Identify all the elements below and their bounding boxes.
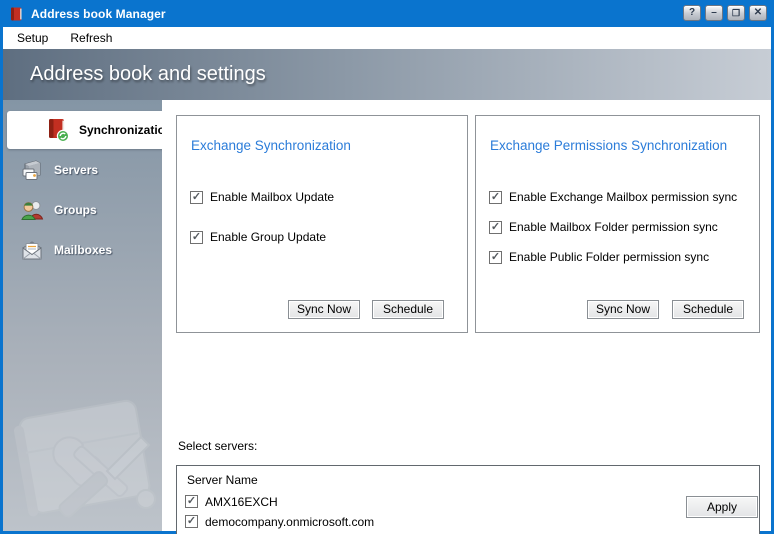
select-servers-label: Select servers: — [178, 439, 257, 453]
checkbox-label: Enable Exchange Mailbox permission sync — [509, 190, 737, 204]
window-controls: ? – ❒ ✕ — [683, 5, 767, 21]
menu-refresh[interactable]: Refresh — [62, 28, 120, 48]
checkbox-checked-icon — [190, 191, 203, 204]
servers-icon — [19, 157, 45, 183]
apply-button[interactable]: Apply — [686, 496, 758, 518]
checkbox-checked-icon — [489, 251, 502, 264]
sidebar-item-groups[interactable]: Groups — [3, 191, 162, 229]
server-name: AMX16EXCH — [205, 495, 278, 509]
sidebar-item-synchronization[interactable]: Synchronization — [7, 111, 162, 149]
checkbox-checked-icon — [489, 221, 502, 234]
page-title: Address book and settings — [30, 63, 266, 86]
help-button[interactable]: ? — [683, 5, 701, 21]
sync-now-button[interactable]: Sync Now — [288, 300, 360, 319]
menubar: Setup Refresh — [3, 27, 771, 49]
server-row-amx16exch[interactable]: AMX16EXCH — [185, 493, 278, 510]
checkbox-label: Enable Group Update — [210, 230, 326, 244]
checkbox-label: Enable Mailbox Folder permission sync — [509, 220, 718, 234]
menu-setup[interactable]: Setup — [9, 28, 56, 48]
maximize-button[interactable]: ❒ — [727, 5, 745, 21]
checkbox-checked-icon — [489, 191, 502, 204]
schedule-button[interactable]: Schedule — [372, 300, 444, 319]
close-button[interactable]: ✕ — [749, 5, 767, 21]
sidebar-item-servers[interactable]: Servers — [3, 151, 162, 189]
minimize-button[interactable]: – — [705, 5, 723, 21]
checkbox-checked-icon — [190, 231, 203, 244]
sync-now-button[interactable]: Sync Now — [587, 300, 659, 319]
body: Synchronization Servers — [3, 100, 771, 531]
sync-book-icon — [44, 117, 70, 143]
red-book-icon — [8, 6, 24, 22]
sidebar-item-label: Mailboxes — [54, 243, 112, 257]
window-title: Address book Manager — [31, 7, 166, 21]
schedule-button[interactable]: Schedule — [672, 300, 744, 319]
checkbox-checked-icon — [185, 495, 198, 508]
checkbox-public-folder-permission-sync[interactable]: Enable Public Folder permission sync — [489, 249, 709, 265]
server-row-democompany[interactable]: democompany.onmicrosoft.com — [185, 513, 374, 530]
tools-watermark-icon — [3, 379, 162, 531]
checkbox-mailbox-folder-permission-sync[interactable]: Enable Mailbox Folder permission sync — [489, 219, 718, 235]
checkbox-enable-group-update[interactable]: Enable Group Update — [190, 229, 326, 245]
checkbox-exchange-mailbox-permission-sync[interactable]: Enable Exchange Mailbox permission sync — [489, 189, 737, 205]
checkbox-label: Enable Public Folder permission sync — [509, 250, 709, 264]
sidebar-item-label: Synchronization — [79, 123, 162, 137]
sidebar-item-label: Groups — [54, 203, 97, 217]
page-header: Address book and settings — [3, 49, 771, 100]
mailboxes-icon — [19, 237, 45, 263]
exchange-permissions-sync-title: Exchange Permissions Synchronization — [490, 138, 727, 153]
app-window: Address book Manager ? – ❒ ✕ Setup Refre… — [0, 0, 774, 534]
groups-icon — [19, 197, 45, 223]
sidebar-item-label: Servers — [54, 163, 98, 177]
sidebar: Synchronization Servers — [3, 100, 162, 531]
checkbox-checked-icon — [185, 515, 198, 528]
server-listbox: Server Name AMX16EXCH democompany.onmicr… — [176, 465, 760, 534]
server-name: democompany.onmicrosoft.com — [205, 515, 374, 529]
sidebar-item-mailboxes[interactable]: Mailboxes — [3, 231, 162, 269]
exchange-permissions-sync-panel: Exchange Permissions Synchronization Ena… — [475, 115, 760, 333]
server-name-column-header: Server Name — [187, 473, 258, 487]
content: Exchange Synchronization Enable Mailbox … — [162, 100, 771, 531]
checkbox-label: Enable Mailbox Update — [210, 190, 334, 204]
exchange-sync-title: Exchange Synchronization — [191, 138, 351, 153]
exchange-sync-panel: Exchange Synchronization Enable Mailbox … — [176, 115, 468, 333]
titlebar[interactable]: Address book Manager ? – ❒ ✕ — [0, 0, 774, 27]
checkbox-enable-mailbox-update[interactable]: Enable Mailbox Update — [190, 189, 334, 205]
